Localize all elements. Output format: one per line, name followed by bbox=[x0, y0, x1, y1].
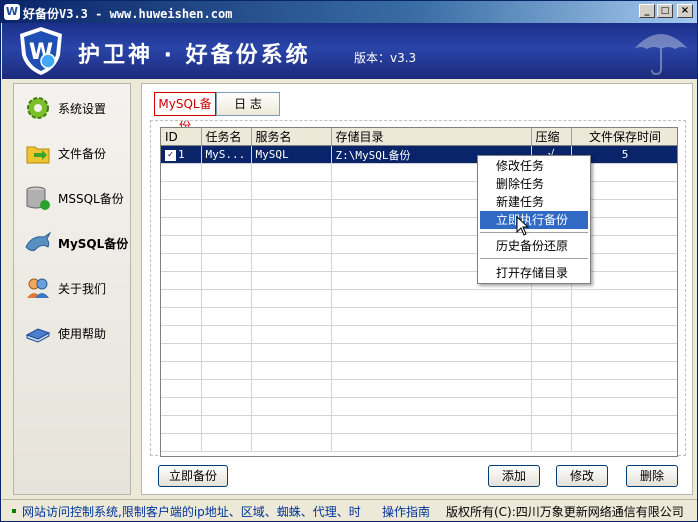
sidebar-item-about-us[interactable]: 关于我们 bbox=[22, 270, 130, 304]
task-grid[interactable]: ID 任务名 服务名 存储目录 压缩 文件保存时间 ✓ 1 MyS... MySQ… bbox=[160, 127, 678, 457]
column-header-id[interactable]: ID bbox=[161, 128, 202, 146]
tab-mysql-backup[interactable]: MySQL备份 bbox=[154, 92, 216, 133]
app-icon: W bbox=[4, 4, 20, 20]
menu-item-delete-task[interactable]: 删除任务 bbox=[480, 175, 588, 193]
row-checkbox[interactable]: ✓ bbox=[165, 149, 176, 161]
sidebar-item-label: 关于我们 bbox=[58, 282, 107, 296]
menu-separator bbox=[480, 232, 588, 233]
table-row bbox=[161, 343, 677, 362]
sidebar-item-label: 系统设置 bbox=[58, 102, 107, 116]
shield-logo-icon: W bbox=[20, 27, 62, 75]
table-row bbox=[161, 379, 677, 398]
sidebar-item-mysql-backup[interactable]: MySQL备份 bbox=[22, 225, 130, 259]
status-bar: 网站访问控制系统,限制客户端的ip地址、区域、蜘蛛、代理、时 操作指南 版权所有… bbox=[2, 499, 697, 521]
brand-title: 护卫神 · 好备份系统 bbox=[78, 43, 311, 68]
table-row bbox=[161, 217, 677, 236]
maximize-button[interactable]: □ bbox=[657, 4, 673, 18]
marquee-text[interactable]: 网站访问控制系统,限制客户端的ip地址、区域、蜘蛛、代理、时 bbox=[22, 503, 361, 520]
sidebar-item-label: MySQL备份 bbox=[58, 237, 129, 251]
table-row bbox=[161, 361, 677, 380]
table-row bbox=[161, 307, 677, 326]
table-row bbox=[161, 433, 677, 452]
context-menu: 修改任务 删除任务 新建任务 立即执行备份 历史备份还原 打开存储目录 bbox=[477, 155, 591, 284]
table-row bbox=[161, 325, 677, 344]
menu-separator bbox=[480, 258, 588, 259]
table-row bbox=[161, 271, 677, 290]
sidebar-item-label: MSSQL备份 bbox=[58, 192, 124, 206]
menu-item-new-task[interactable]: 新建任务 bbox=[480, 193, 588, 211]
table-row bbox=[161, 397, 677, 416]
dolphin-icon bbox=[25, 231, 52, 252]
sidebar-item-system-settings[interactable]: 系统设置 bbox=[22, 90, 130, 124]
menu-item-edit-task[interactable]: 修改任务 bbox=[480, 157, 588, 175]
minimize-button[interactable]: _ bbox=[639, 4, 655, 18]
menu-item-open-storage-dir[interactable]: 打开存储目录 bbox=[480, 264, 588, 282]
column-header-task-name[interactable]: 任务名 bbox=[201, 128, 252, 146]
sidebar-item-label: 使用帮助 bbox=[58, 327, 107, 341]
copyright-text: 版权所有(C):四川万象更新网络通信有限公司 bbox=[446, 505, 684, 519]
main-panel: MySQL备份 日 志 ID 任务名 服务名 存储目录 压缩 文件保存时间 ✓ … bbox=[141, 83, 693, 495]
cell-task-name[interactable]: MyS... bbox=[201, 145, 252, 164]
sidebar-item-help[interactable]: 使用帮助 bbox=[22, 315, 130, 349]
window-title: 好备份V3.3 - www.huweishen.com bbox=[23, 7, 233, 21]
backup-now-button[interactable]: 立即备份 bbox=[158, 465, 228, 487]
table-row[interactable]: ✓1 MyS... MySQL Z:\MySQL备份 √ 5 bbox=[161, 145, 677, 164]
mouse-cursor-icon bbox=[516, 216, 530, 236]
column-header-service-name[interactable]: 服务名 bbox=[251, 128, 332, 146]
table-row bbox=[161, 415, 677, 434]
sidebar-item-mssql-backup[interactable]: MSSQL备份 bbox=[22, 180, 130, 214]
sidebar-item-label: 文件备份 bbox=[58, 147, 107, 161]
tab-log[interactable]: 日 志 bbox=[216, 92, 280, 116]
title-bar[interactable]: W 好备份V3.3 - www.huweishen.com _ □ × bbox=[1, 1, 697, 23]
table-row bbox=[161, 199, 677, 218]
status-dot-icon bbox=[12, 509, 16, 513]
gear-icon bbox=[27, 97, 49, 119]
database-icon bbox=[26, 186, 50, 210]
table-row bbox=[161, 235, 677, 254]
delete-button[interactable]: 删除 bbox=[626, 465, 678, 487]
header-banner: W 护卫神 · 好备份系统 版本：v3.3 bbox=[2, 23, 697, 79]
version-label: 版本：v3.3 bbox=[354, 51, 417, 65]
folder-icon bbox=[26, 146, 50, 164]
book-icon bbox=[25, 328, 51, 343]
menu-item-run-backup-now[interactable]: 立即执行备份 bbox=[480, 211, 588, 229]
close-button[interactable]: × bbox=[677, 4, 693, 18]
sidebar-nav: 系统设置 文件备份 MSSQL备份 MySQL备份 关于我们 使用帮助 bbox=[13, 83, 131, 495]
add-button[interactable]: 添加 bbox=[488, 465, 540, 487]
menu-item-restore-history[interactable]: 历史备份还原 bbox=[480, 237, 588, 255]
sidebar-item-file-backup[interactable]: 文件备份 bbox=[22, 135, 130, 169]
table-row bbox=[161, 163, 677, 182]
table-row bbox=[161, 289, 677, 308]
operation-guide-link[interactable]: 操作指南 bbox=[382, 503, 430, 520]
umbrella-icon bbox=[634, 34, 688, 76]
edit-button[interactable]: 修改 bbox=[556, 465, 608, 487]
column-header-storage-dir[interactable]: 存储目录 bbox=[331, 128, 532, 146]
cell-service-name[interactable]: MySQL bbox=[251, 145, 332, 164]
table-row bbox=[161, 253, 677, 272]
users-icon bbox=[27, 278, 49, 298]
table-row bbox=[161, 181, 677, 200]
app-window: W 好备份V3.3 - www.huweishen.com _ □ × W 护卫… bbox=[0, 0, 698, 522]
cell-id[interactable]: ✓ 1 bbox=[161, 145, 202, 164]
column-header-compress[interactable]: 压缩 bbox=[531, 128, 572, 146]
column-header-keep-time[interactable]: 文件保存时间 bbox=[571, 128, 677, 146]
